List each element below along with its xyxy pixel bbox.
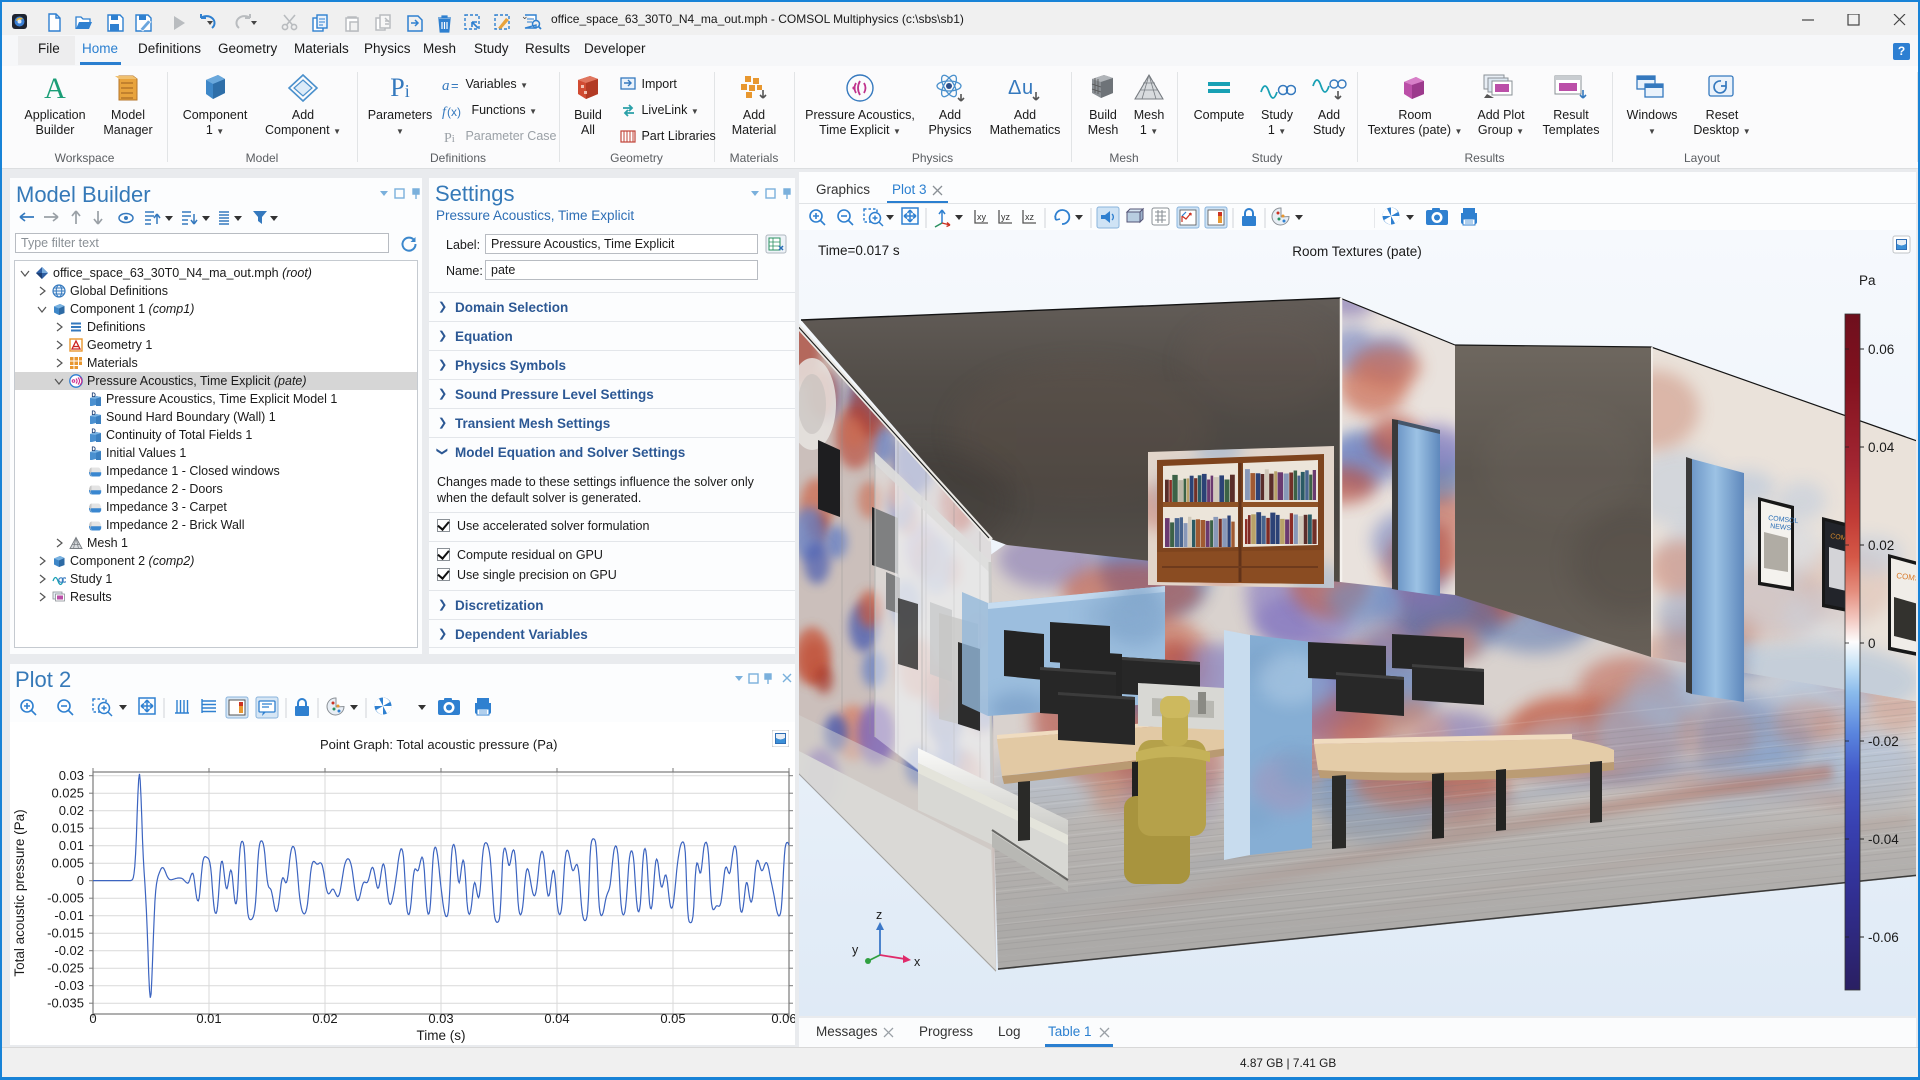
svg-text:z: z — [876, 908, 882, 922]
svg-text:y: y — [852, 943, 859, 957]
svg-text:0.06: 0.06 — [1868, 342, 1894, 357]
svg-text:Pi: Pi — [444, 131, 455, 145]
svg-text:D: D — [92, 393, 97, 399]
svg-text:0.06: 0.06 — [771, 1011, 795, 1026]
svg-text:-0.025: -0.025 — [47, 961, 84, 976]
svg-text:D: D — [92, 429, 97, 435]
svg-text:xy: xy — [977, 212, 987, 222]
svg-text:(x): (x) — [447, 105, 461, 119]
svg-text:yz: yz — [1001, 212, 1011, 222]
svg-text:xz: xz — [1025, 212, 1035, 222]
svg-text:D: D — [92, 411, 97, 417]
svg-text:0.02: 0.02 — [59, 803, 84, 818]
svg-text:Time (s): Time (s) — [417, 1028, 466, 1043]
svg-text:0.02: 0.02 — [1868, 538, 1894, 553]
svg-text:-0.01: -0.01 — [54, 908, 84, 923]
svg-text:Pi: Pi — [390, 73, 409, 102]
svg-text:0: 0 — [77, 873, 84, 888]
svg-text:Room Textures (pate): Room Textures (pate) — [1292, 244, 1422, 259]
svg-text:0.04: 0.04 — [544, 1011, 569, 1026]
svg-text:0.03: 0.03 — [428, 1011, 453, 1026]
svg-text:-0.04: -0.04 — [1868, 832, 1899, 847]
svg-text:x: x — [914, 955, 921, 969]
svg-text:Pa: Pa — [1859, 273, 1876, 288]
svg-text:D: D — [92, 447, 97, 453]
svg-text:0.05: 0.05 — [660, 1011, 685, 1026]
svg-text:-0.02: -0.02 — [1868, 734, 1899, 749]
svg-text:-0.06: -0.06 — [1868, 930, 1899, 945]
svg-text:0.01: 0.01 — [196, 1011, 221, 1026]
svg-text:0: 0 — [89, 1011, 96, 1026]
svg-text:0: 0 — [1868, 636, 1876, 651]
svg-text:Δ: Δ — [1008, 77, 1021, 99]
svg-text:0.005: 0.005 — [51, 856, 84, 871]
svg-text:0.015: 0.015 — [51, 821, 84, 836]
svg-text:a: a — [442, 78, 450, 93]
svg-text:A: A — [44, 72, 66, 104]
svg-text:u: u — [1022, 77, 1033, 99]
svg-text:0.04: 0.04 — [1868, 440, 1895, 455]
svg-text:0.03: 0.03 — [59, 768, 84, 783]
svg-text:Time=0.017 s: Time=0.017 s — [818, 243, 900, 258]
svg-text:-0.02: -0.02 — [54, 943, 84, 958]
svg-text:-0.03: -0.03 — [54, 978, 84, 993]
svg-text:-0.015: -0.015 — [47, 926, 84, 941]
svg-text:Total acoustic pressure (Pa): Total acoustic pressure (Pa) — [12, 809, 27, 976]
svg-text:0.025: 0.025 — [51, 786, 84, 801]
svg-text:-0.035: -0.035 — [47, 996, 84, 1011]
svg-text:=: = — [451, 78, 459, 93]
svg-text:0.02: 0.02 — [312, 1011, 337, 1026]
svg-text:-0.005: -0.005 — [47, 891, 84, 906]
svg-text:0.01: 0.01 — [59, 838, 84, 853]
